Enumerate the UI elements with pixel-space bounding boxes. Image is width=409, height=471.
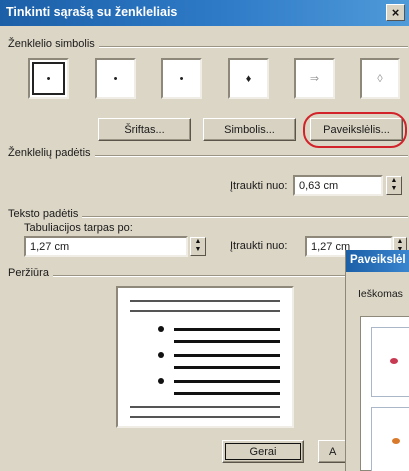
bullet-diamond-icon: ♦ bbox=[245, 72, 252, 85]
close-button[interactable]: × bbox=[386, 4, 405, 21]
tab-space-spinner[interactable]: ▲ ▼ bbox=[190, 237, 206, 256]
picture-bullet-dialog: Paveikslėl Ieškomas bbox=[345, 250, 409, 471]
flower-bullet-icon bbox=[392, 438, 400, 444]
preview-bullet-icon bbox=[158, 378, 164, 384]
font-button[interactable]: Šriftas... bbox=[98, 118, 191, 141]
preview-line bbox=[174, 380, 280, 383]
bullet-indent-spinner[interactable]: ▲ ▼ bbox=[386, 176, 402, 195]
bullet-option-5[interactable]: ⇒ bbox=[294, 58, 335, 99]
bullet-option-6[interactable]: ◊ bbox=[360, 58, 400, 99]
preview-pane bbox=[116, 286, 294, 428]
cancel-button[interactable]: A bbox=[318, 440, 348, 463]
group-divider bbox=[8, 275, 346, 277]
bullet-list-dialog: Tinkinti sąrašą su ženkleliais × Ženklel… bbox=[0, 0, 409, 471]
bullet-indent-label: Įtraukti nuo: bbox=[230, 180, 288, 192]
bullet-option-1[interactable]: • bbox=[28, 58, 69, 99]
preview-line bbox=[130, 406, 280, 408]
tab-space-label: Tabuliacijos tarpas po: bbox=[24, 222, 133, 234]
picture-button-highlight bbox=[303, 112, 407, 148]
title-bar: Tinkinti sąrašą su ženkleliais × bbox=[0, 0, 409, 26]
bullet-position-group-label: Ženklelių padėtis bbox=[8, 147, 95, 159]
bullet-option-4[interactable]: ♦ bbox=[228, 58, 269, 99]
symbol-button-label: Simbolis... bbox=[224, 123, 275, 136]
font-button-label: Šriftas... bbox=[124, 123, 165, 136]
picture-thumbnail[interactable] bbox=[371, 327, 409, 397]
preview-line bbox=[130, 310, 280, 312]
window-title: Tinkinti sąrašą su ženkleliais bbox=[6, 5, 178, 19]
symbol-button[interactable]: Simbolis... bbox=[203, 118, 296, 141]
preview-line bbox=[130, 416, 280, 418]
text-indent-label: Įtraukti nuo: bbox=[230, 240, 288, 252]
preview-group-label: Peržiūra bbox=[8, 267, 53, 279]
bullet-dot-icon: • bbox=[179, 72, 184, 85]
bullet-symbol-group-label: Ženklelio simbolis bbox=[8, 38, 99, 50]
preview-line bbox=[174, 340, 280, 343]
search-label: Ieškomas bbox=[358, 288, 403, 300]
bullet-option-3[interactable]: • bbox=[161, 58, 202, 99]
flower-bullet-icon bbox=[390, 358, 398, 364]
arrow-right-icon: ⇒ bbox=[309, 73, 320, 85]
text-position-group-label: Teksto padėtis bbox=[8, 208, 83, 220]
preview-line bbox=[174, 328, 280, 331]
tab-space-input[interactable]: 1,27 cm bbox=[24, 236, 188, 257]
picture-list[interactable] bbox=[360, 316, 409, 471]
preview-line bbox=[174, 392, 280, 395]
preview-line bbox=[130, 300, 280, 302]
bullet-dot-icon: • bbox=[113, 72, 118, 85]
picture-thumbnail[interactable] bbox=[371, 407, 409, 471]
preview-line bbox=[174, 354, 280, 357]
bullet-indent-input[interactable]: 0,63 cm bbox=[293, 175, 383, 196]
ok-button[interactable]: Gerai bbox=[222, 440, 304, 463]
preview-line bbox=[174, 366, 280, 369]
picture-dialog-title: Paveikslėl bbox=[346, 250, 409, 272]
preview-bullet-icon bbox=[158, 352, 164, 358]
preview-bullet-icon bbox=[158, 326, 164, 332]
cancel-button-label: A bbox=[329, 445, 337, 458]
ok-button-label: Gerai bbox=[249, 445, 277, 458]
diamond-outline-icon: ◊ bbox=[377, 72, 383, 85]
bullet-option-2[interactable]: • bbox=[95, 58, 136, 99]
bullet-dot-icon: • bbox=[46, 72, 51, 85]
